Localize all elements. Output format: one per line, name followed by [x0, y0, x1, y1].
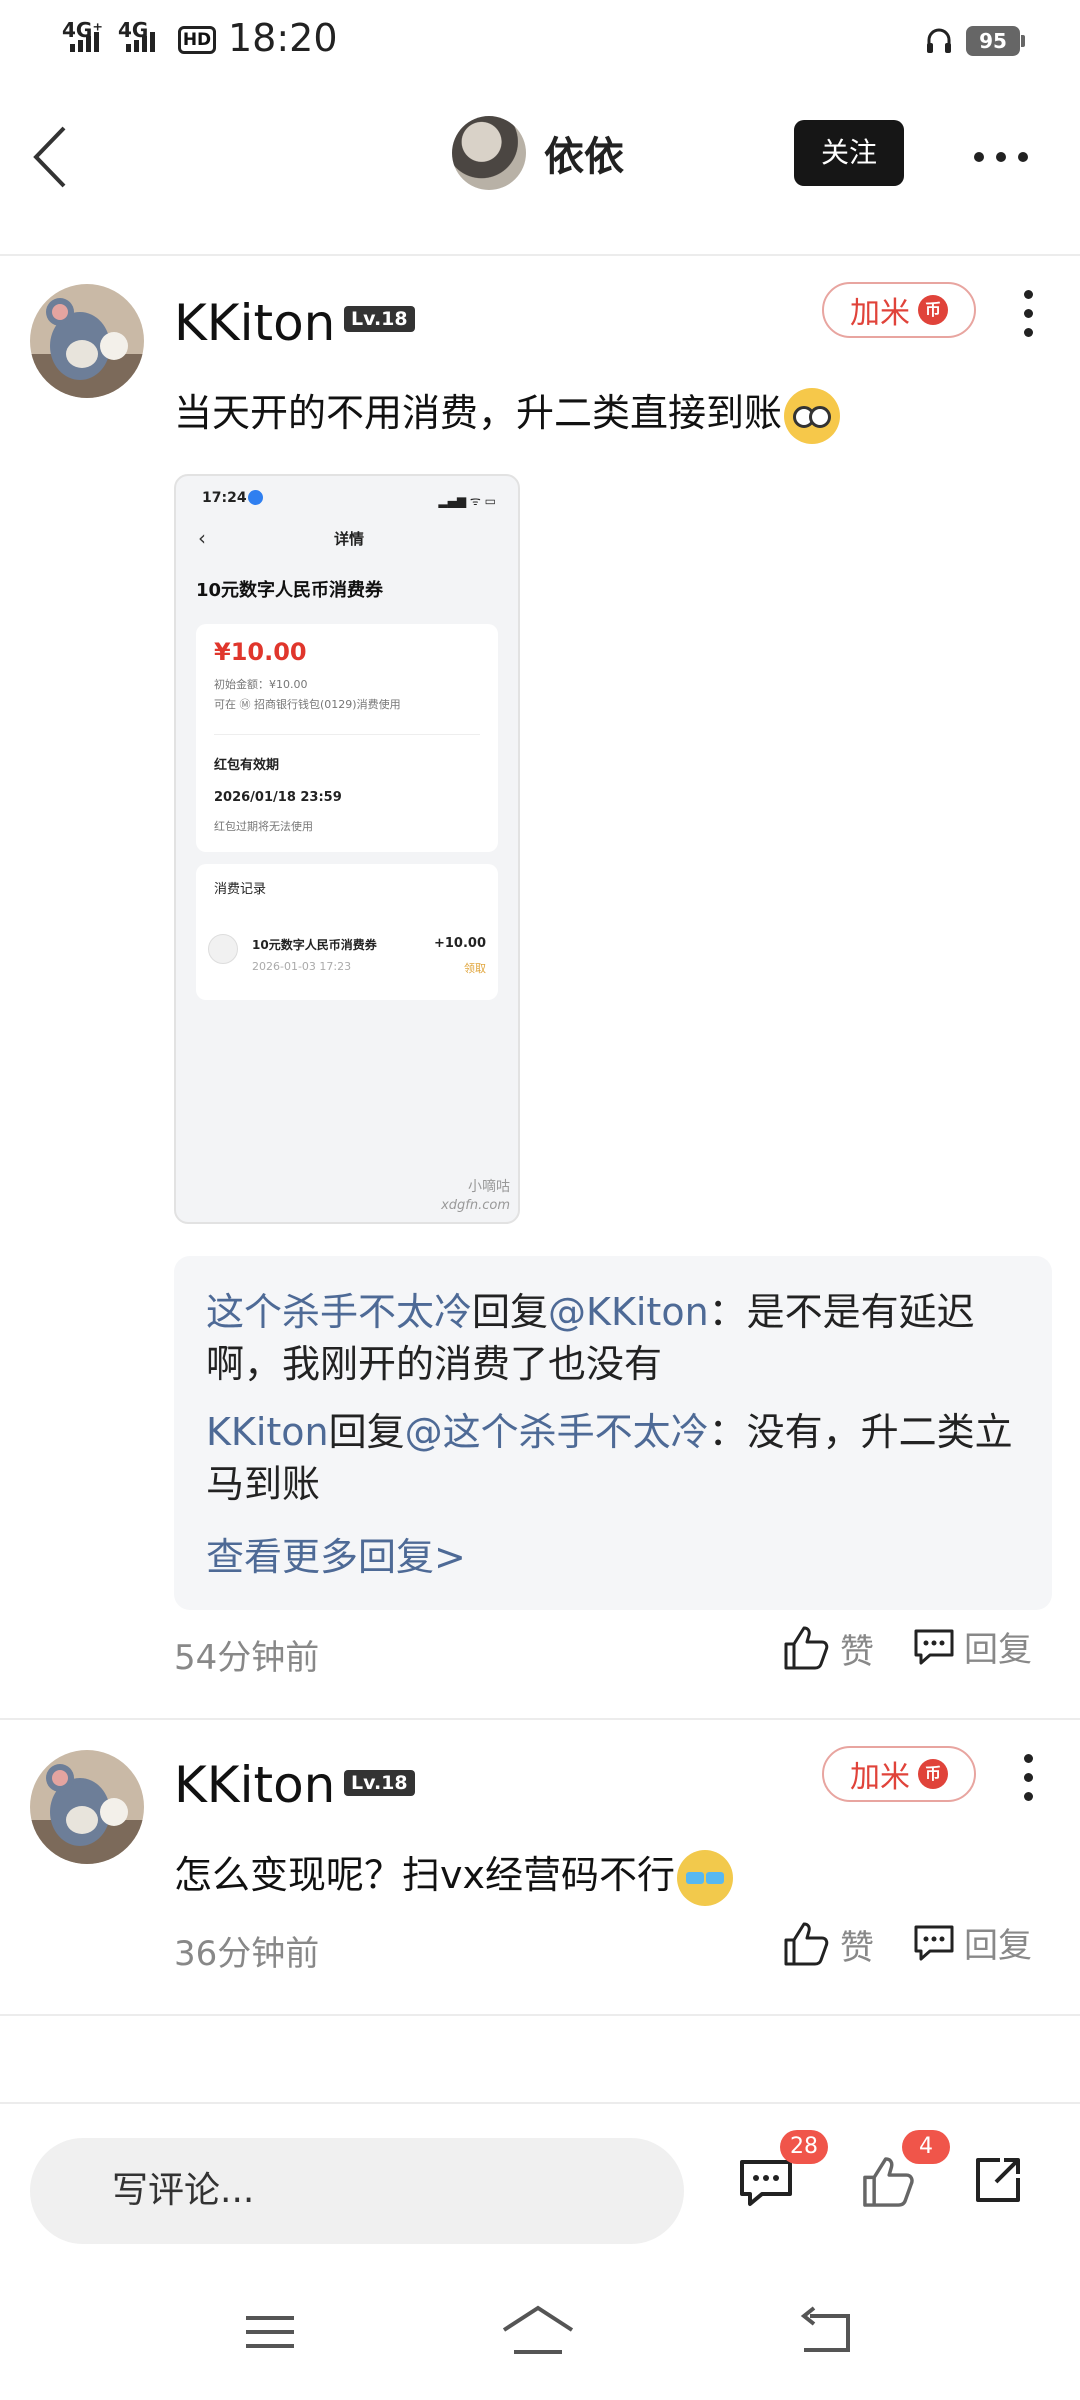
reply-bubble-icon: [914, 1925, 954, 1960]
jiami-label: 加米: [850, 296, 910, 331]
shot-title: 详情: [333, 530, 364, 548]
reply-author[interactable]: KKiton: [206, 1410, 329, 1454]
reply-bubble-icon: [914, 1629, 954, 1664]
headphone-icon: [927, 28, 951, 53]
shot-records-label: 消费记录: [214, 882, 267, 897]
reply-mention[interactable]: @这个杀手不太冷: [405, 1410, 709, 1454]
comment-image[interactable]: 17:24 ▂▄▆ ᯤ ▭ ‹ 详情 10元数字人民币消费券 ¥10.00 初始…: [174, 474, 520, 1224]
reply-item[interactable]: KKiton回复@这个杀手不太冷：没有，升二类立马到账: [206, 1406, 1026, 1510]
follow-button[interactable]: 关注: [794, 120, 904, 186]
status-time: 18:20: [228, 16, 338, 60]
shot-amount: ¥10.00: [214, 638, 307, 666]
signal-icon-1: [70, 32, 99, 52]
shot-voucher-card: ¥10.00 初始金额：¥10.00 可在 Ⓜ 招商银行钱包(0129)消费使用…: [196, 624, 498, 852]
comment-input[interactable]: 写评论...: [30, 2138, 684, 2244]
home-icon[interactable]: [500, 2302, 576, 2362]
jiami-button[interactable]: 加米 币: [822, 1746, 976, 1802]
watermark-url: xdgfn.com: [441, 1198, 510, 1213]
location-icon: [248, 490, 263, 505]
comment-time: 54分钟前: [174, 1638, 320, 1678]
jiami-button[interactable]: 加米 币: [822, 282, 976, 338]
bottom-comment-bar: 写评论... 28 4: [0, 2102, 1080, 2262]
system-nav-bar: [0, 2262, 1080, 2400]
level-badge: Lv.18: [344, 306, 415, 332]
more-icon[interactable]: [974, 152, 1028, 162]
reply-author[interactable]: 这个杀手不太冷: [206, 1290, 472, 1334]
signal-icon-2: [126, 32, 155, 52]
level-badge: Lv.18: [344, 1770, 415, 1796]
commenter-name[interactable]: KKiton: [174, 1756, 335, 1814]
shot-record-name: 10元数字人民币消费券: [252, 938, 377, 952]
thumb-up-icon: [784, 1922, 829, 1966]
coin-icon: 币: [918, 295, 948, 325]
shot-heading: 10元数字人民币消费券: [196, 580, 384, 601]
shot-validity-date: 2026/01/18 23:59: [214, 790, 342, 805]
shot-status-icons: ▂▄▆ ᯤ ▭: [438, 494, 496, 508]
like-count-button[interactable]: 4: [858, 2130, 950, 2218]
comment-text: 怎么变现呢？扫vx经营码不行: [174, 1844, 733, 1906]
shot-validity-label: 红包有效期: [214, 758, 280, 773]
hd-icon: HD: [178, 26, 216, 54]
comment-time: 36分钟前: [174, 1934, 320, 1974]
shot-expiry-note: 红包过期将无法使用: [214, 820, 313, 833]
crying-laugh-emoji-icon: [676, 1849, 733, 1906]
author-name[interactable]: 依依: [544, 124, 624, 182]
shot-record-tag: 领取: [464, 962, 486, 975]
status-bar: 4G⁺ 4G HD 18:20 95: [0, 0, 1080, 80]
back-icon[interactable]: [26, 122, 86, 192]
author-avatar[interactable]: [452, 116, 526, 190]
thumb-up-icon: [784, 1626, 829, 1670]
shot-record-date: 2026-01-03 17:23: [252, 960, 352, 973]
like-button[interactable]: 赞: [780, 1622, 874, 1674]
shot-usable: 可在 Ⓜ 招商银行钱包(0129)消费使用: [214, 698, 401, 711]
comment-count-badge: 28: [780, 2130, 828, 2164]
coin-icon: 币: [918, 1759, 948, 1789]
post-header: 依依 关注: [0, 80, 1080, 256]
commenter-avatar[interactable]: [30, 1750, 144, 1864]
jiami-label: 加米: [850, 1760, 910, 1795]
menu-icon[interactable]: [240, 2302, 300, 2362]
comment-text: 当天开的不用消费，升二类直接到账: [174, 382, 841, 444]
share-icon: [976, 2158, 1020, 2202]
commenter-avatar[interactable]: [30, 284, 144, 398]
reply-block: 这个杀手不太冷回复@KKiton：是不是有延迟啊，我刚开的消费了也没有 KKit…: [174, 1256, 1052, 1610]
kebab-icon[interactable]: [1020, 1754, 1036, 1801]
shot-record-amount: +10.00: [433, 936, 486, 951]
battery-icon: 95: [966, 26, 1025, 56]
like-button[interactable]: 赞: [780, 1918, 874, 1970]
record-icon: [208, 934, 238, 964]
watermark: 小嘀咕: [468, 1179, 510, 1195]
commenter-name[interactable]: KKiton: [174, 294, 335, 352]
shot-records-card: 消费记录 10元数字人民币消费券 2026-01-03 17:23 +10.00…: [196, 864, 498, 1000]
return-icon[interactable]: [796, 2302, 856, 2362]
divider: [0, 1718, 1080, 1720]
shot-time: 17:24: [202, 490, 247, 506]
comment-count-button[interactable]: 28: [736, 2130, 828, 2218]
more-replies-link[interactable]: 查看更多回复>: [206, 1526, 466, 1581]
reply-button[interactable]: 回复: [912, 1918, 1032, 1967]
shot-initial: 初始金额：¥10.00: [214, 678, 308, 691]
kebab-icon[interactable]: [1020, 290, 1036, 337]
grin-emoji-icon: [784, 387, 841, 444]
reply-button[interactable]: 回复: [912, 1622, 1032, 1671]
like-count-badge: 4: [902, 2130, 950, 2164]
reply-item[interactable]: 这个杀手不太冷回复@KKiton：是不是有延迟啊，我刚开的消费了也没有: [206, 1286, 1026, 1390]
share-button[interactable]: [970, 2152, 1036, 2218]
reply-mention[interactable]: @KKiton: [548, 1290, 709, 1334]
divider: [0, 2014, 1080, 2016]
